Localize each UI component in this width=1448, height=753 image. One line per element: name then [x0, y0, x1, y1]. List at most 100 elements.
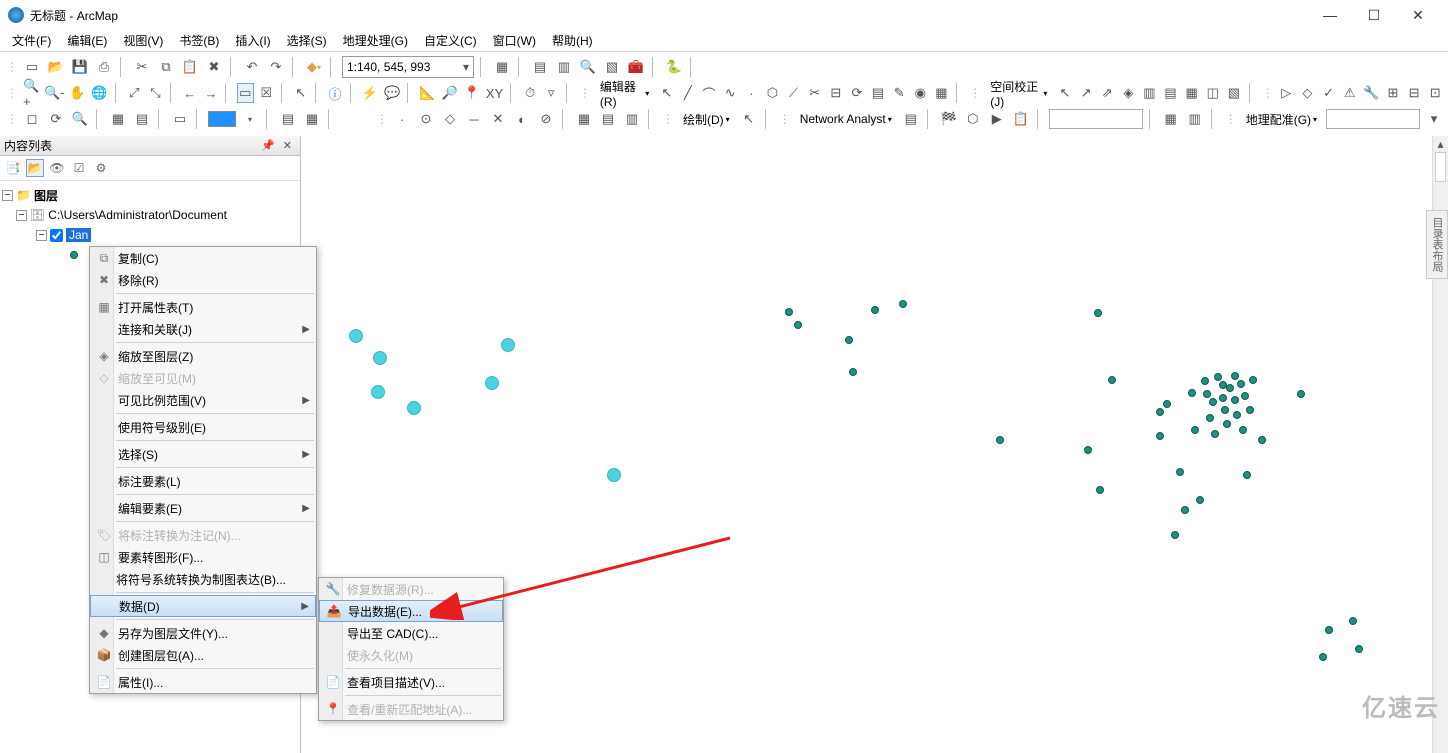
back-extent-icon[interactable]: ←: [181, 83, 198, 103]
topo-fix-icon[interactable]: 🔧: [1362, 83, 1380, 103]
menu-use-symbol-levels[interactable]: 使用符号级别(E): [90, 416, 316, 438]
adj-edge-icon[interactable]: ▥: [1141, 83, 1158, 103]
toc-options-icon[interactable]: ⚙: [92, 159, 110, 177]
spatial-adjustment-dropdown[interactable]: 空间校正(J)▾: [985, 82, 1052, 104]
georef-layer-input[interactable]: [1326, 109, 1420, 129]
catalog-window-icon[interactable]: ▥: [554, 57, 574, 77]
menu-create-layer-package[interactable]: 📦创建图层包(A)...: [90, 644, 316, 666]
menu-help[interactable]: 帮助(H): [544, 30, 601, 51]
list-by-source-icon[interactable]: 📂: [26, 159, 44, 177]
na-select-icon[interactable]: ⬡: [963, 109, 983, 129]
collapse-icon[interactable]: −: [2, 190, 13, 201]
edit-rotate-icon[interactable]: ⟳: [848, 83, 865, 103]
python-window-icon[interactable]: 🐍: [664, 57, 684, 77]
submenu-export-to-cad[interactable]: 导出至 CAD(C)...: [319, 622, 503, 644]
paste-icon[interactable]: 📋: [180, 57, 200, 77]
topo-select-icon[interactable]: ▷: [1278, 83, 1295, 103]
clear-selection-icon[interactable]: ☒: [258, 83, 275, 103]
menu-customize[interactable]: 自定义(C): [416, 30, 485, 51]
list-by-selection-icon[interactable]: ☑: [70, 159, 88, 177]
na-build-icon[interactable]: ▦: [1161, 109, 1181, 129]
time-slider-icon[interactable]: ⏱: [521, 83, 538, 103]
na-window-icon[interactable]: ▤: [901, 109, 921, 129]
select-elements-icon[interactable]: ↖: [292, 83, 309, 103]
collapse-icon[interactable]: −: [36, 230, 47, 241]
layer-name-label[interactable]: Jan: [66, 228, 91, 242]
save-icon[interactable]: 💾: [70, 57, 90, 77]
adj-link-icon[interactable]: ↗: [1078, 83, 1095, 103]
menu-edit-features[interactable]: 编辑要素(E)▶: [90, 497, 316, 519]
delete-icon[interactable]: ✖: [204, 57, 224, 77]
na-create-icon[interactable]: 🏁: [939, 109, 959, 129]
submenu-view-item-description[interactable]: 📄查看项目描述(V)...: [319, 671, 503, 693]
toolbar-grip-icon[interactable]: ⋮: [660, 112, 674, 126]
find-route-icon[interactable]: 📍: [463, 83, 481, 103]
menu-symbology-to-rep[interactable]: 将符号系统转换为制图表达(B)...: [90, 568, 316, 590]
maximize-button[interactable]: ☐: [1352, 0, 1396, 30]
fixed-zoom-in-icon[interactable]: ⤢: [126, 83, 143, 103]
new-document-icon[interactable]: ▭: [22, 57, 42, 77]
catalog-tab-collapsed[interactable]: 目录表布局: [1426, 210, 1448, 279]
draw-elements-icon[interactable]: ◻: [22, 109, 42, 129]
undo-icon[interactable]: ↶: [242, 57, 262, 77]
pin-icon[interactable]: 📌: [257, 139, 279, 152]
chevron-down-icon[interactable]: ▾: [463, 60, 469, 74]
scroll-up-icon[interactable]: ▴: [1433, 136, 1448, 152]
adj-identity-icon[interactable]: ◈: [1120, 83, 1137, 103]
measure-icon[interactable]: 📐: [418, 83, 436, 103]
fixed-zoom-out-icon[interactable]: ⤡: [147, 83, 164, 103]
menu-zoom-to-layer[interactable]: ◈缩放至图层(Z): [90, 345, 316, 367]
snap-midpoint-icon[interactable]: ◐: [512, 109, 532, 129]
menu-data[interactable]: 数据(D)▶: [90, 595, 316, 617]
map-scale-input[interactable]: 1:140, 545, 993 ▾: [342, 56, 474, 78]
menu-open-attribute-table[interactable]: ▦打开属性表(T): [90, 296, 316, 318]
edit-cut-icon[interactable]: ✂: [806, 83, 823, 103]
draw-group-icon[interactable]: ▦: [108, 109, 128, 129]
topo-edit-icon[interactable]: ◇: [1299, 83, 1316, 103]
adj-limit-icon[interactable]: ▦: [1183, 83, 1200, 103]
pan-icon[interactable]: ✋: [68, 83, 86, 103]
html-popup-icon[interactable]: 💬: [383, 83, 401, 103]
submenu-export-data[interactable]: 📤导出数据(E)...: [319, 600, 503, 622]
select-features-icon[interactable]: ▭: [237, 83, 254, 103]
menu-window[interactable]: 窗口(W): [485, 30, 544, 51]
draw-rotate-icon[interactable]: ⟳: [46, 109, 66, 129]
list-by-drawing-icon[interactable]: 📑: [4, 159, 22, 177]
full-extent-icon[interactable]: 🌐: [90, 83, 108, 103]
topo-validate-icon[interactable]: ✓: [1320, 83, 1337, 103]
menu-view[interactable]: 视图(V): [115, 30, 171, 51]
topo-reshape-icon[interactable]: ⊟: [1406, 83, 1423, 103]
find-icon[interactable]: 🔎: [441, 83, 459, 103]
topo-split-icon[interactable]: ⊡: [1427, 83, 1444, 103]
menu-properties[interactable]: 📄属性(I)...: [90, 671, 316, 693]
na-identify-icon[interactable]: ▥: [1185, 109, 1205, 129]
topo-align-icon[interactable]: ⊞: [1384, 83, 1401, 103]
menu-save-as-layer-file[interactable]: ◆另存为图层文件(Y)...: [90, 622, 316, 644]
zoom-out-icon[interactable]: 🔍-: [44, 83, 64, 103]
snap-intersect-icon[interactable]: ✕: [488, 109, 508, 129]
toc-icon[interactable]: ▤: [530, 57, 550, 77]
editor-dropdown[interactable]: 编辑器(R)▾: [595, 82, 654, 104]
draw-ungroup-icon[interactable]: ▤: [132, 109, 152, 129]
identify-icon[interactable]: ⓘ: [326, 83, 343, 103]
edit-point-icon[interactable]: ·: [743, 83, 760, 103]
layout-view-icon[interactable]: ▦: [302, 109, 322, 129]
edit-vertices-icon[interactable]: ⬡: [764, 83, 781, 103]
add-data-icon[interactable]: ◆▾: [304, 57, 324, 77]
edit-snap-icon[interactable]: ◉: [912, 83, 929, 103]
na-directions-icon[interactable]: 📋: [1011, 109, 1031, 129]
adj-multilink-icon[interactable]: ⇗: [1099, 83, 1116, 103]
tree-row-layer[interactable]: − Jan: [2, 225, 298, 245]
scroll-thumb[interactable]: [1435, 152, 1446, 182]
layout-data-view-icon[interactable]: ▤: [278, 109, 298, 129]
editor-toolbar-icon[interactable]: ▦: [492, 57, 512, 77]
menu-geoprocessing[interactable]: 地理处理(G): [335, 30, 416, 51]
redo-icon[interactable]: ↷: [266, 57, 286, 77]
adj-select-icon[interactable]: ↖: [1056, 83, 1073, 103]
menu-remove[interactable]: ✖移除(R): [90, 269, 316, 291]
menu-label-features[interactable]: 标注要素(L): [90, 470, 316, 492]
cogo-traverse-icon[interactable]: ▤: [598, 109, 618, 129]
edit-reshape-icon[interactable]: ⟋: [785, 83, 802, 103]
snap-end-icon[interactable]: ⊙: [416, 109, 436, 129]
open-folder-icon[interactable]: 📂: [46, 57, 66, 77]
